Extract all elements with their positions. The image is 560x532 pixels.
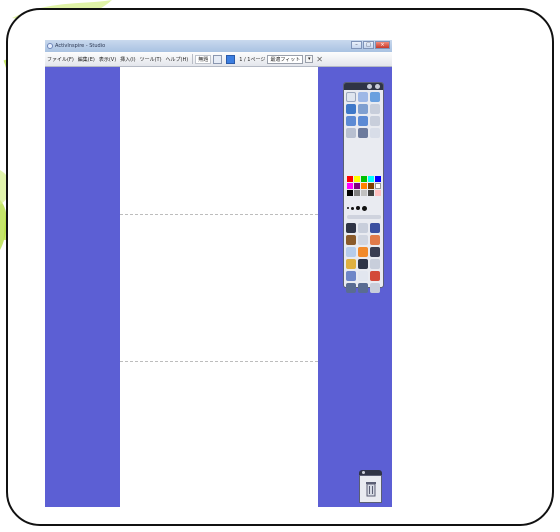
page-view-icon[interactable] [213,54,223,64]
color-swatch[interactable] [375,183,381,189]
redo-icon[interactable] [358,283,368,293]
menu-edit[interactable]: 編集(E) [76,56,97,63]
page-break-line [120,361,318,362]
color-swatch[interactable] [375,176,381,182]
clock-icon[interactable] [370,271,380,281]
app-icon [47,43,53,49]
next-page-icon[interactable] [358,116,368,126]
color-swatch[interactable] [354,183,360,189]
connector-icon[interactable] [346,271,356,281]
width-small-icon[interactable] [347,207,349,209]
page-break-line [120,214,318,215]
highlighter-icon[interactable] [358,235,368,245]
toolbox-bottom-tools [346,223,382,293]
page-browser-icon[interactable] [346,104,356,114]
toolbox-header[interactable] [344,83,383,90]
color-swatch[interactable] [361,183,367,189]
fill-icon[interactable] [346,247,356,257]
window-title: ActivInspire - Studio [55,43,106,49]
minimize-button[interactable]: – [351,41,362,49]
menu-file[interactable]: ファイル(F) [45,56,76,63]
highlighter-icon[interactable] [370,128,380,138]
color-swatch[interactable] [347,176,353,182]
trash-settings-icon[interactable] [362,471,365,474]
color-swatch[interactable] [361,176,367,182]
width-large-icon[interactable] [356,206,360,210]
width-xlarge-icon[interactable] [362,205,367,211]
color-palette [347,176,381,196]
profile-icon[interactable] [358,92,368,102]
select-icon[interactable] [346,223,356,233]
more-tools-icon[interactable] [370,283,380,293]
menu-tools[interactable]: ツール(T) [138,56,164,63]
app-window: ActivInspire - Studio – □ × ファイル(F) 編集(E… [45,40,392,507]
menu-bar: ファイル(F) 編集(E) 表示(V) 挿入(I) ツール(T) ヘルプ(H) … [45,52,392,67]
trash-widget [359,470,382,503]
zoom-value: 最適フィット [270,56,301,63]
magic-ink-icon[interactable] [370,259,380,269]
shape-icon[interactable] [358,247,368,257]
page-thumbnail-icon[interactable] [226,54,236,64]
color-swatch[interactable] [375,190,381,196]
color-swatch[interactable] [361,190,367,196]
color-swatch[interactable] [368,183,374,189]
menu-insert[interactable]: 挿入(I) [118,56,137,63]
previous-page-icon[interactable] [346,116,356,126]
separator [192,54,194,64]
window-controls: – □ × [351,41,390,50]
flipchart-page[interactable] [120,67,318,507]
text-icon[interactable] [358,259,368,269]
pen-selector[interactable]: 無題 [195,54,212,64]
eraser-icon[interactable] [370,235,380,245]
page-indicator: 1 / 1ページ [239,56,266,63]
desktop-icon[interactable] [370,104,380,114]
color-swatch[interactable] [368,176,374,182]
reset-page-icon[interactable] [370,116,380,126]
toolbox-top-tools [346,92,382,138]
marker-icon[interactable] [346,235,356,245]
main-menu-icon[interactable] [346,92,356,102]
menu-view[interactable]: 表示(V) [97,56,118,63]
toolbox-settings-icon[interactable] [375,84,380,89]
pen-icon[interactable] [370,223,380,233]
color-swatch[interactable] [354,190,360,196]
pen-icon[interactable] [358,128,368,138]
zoom-select[interactable]: 最適フィット [267,54,304,64]
trash-header[interactable] [359,470,382,475]
color-swatch[interactable] [368,190,374,196]
folder-icon[interactable] [346,259,356,269]
color-swatch[interactable] [347,190,353,196]
toolbox-pin-icon[interactable] [367,84,372,89]
main-toolbox [343,82,384,293]
menu-help[interactable]: ヘルプ(H) [164,56,191,63]
color-swatch[interactable] [354,176,360,182]
resource-icon[interactable] [358,104,368,114]
select-icon[interactable] [346,128,356,138]
marquee-icon[interactable] [358,223,368,233]
browser-icon[interactable] [370,92,380,102]
color-swatch[interactable] [347,183,353,189]
trash-icon[interactable] [359,475,382,503]
width-medium-icon[interactable] [351,206,354,210]
undo-icon[interactable] [346,283,356,293]
zoom-icon[interactable] [358,271,368,281]
close-button[interactable]: × [375,41,390,49]
maximize-button[interactable]: □ [363,41,374,49]
camera-icon[interactable] [370,247,380,257]
chevron-down-icon[interactable]: ▾ [305,55,314,63]
fullscreen-icon[interactable]: ✕ [316,55,323,64]
width-slider[interactable] [347,215,381,219]
pen-width-selector [347,205,381,211]
